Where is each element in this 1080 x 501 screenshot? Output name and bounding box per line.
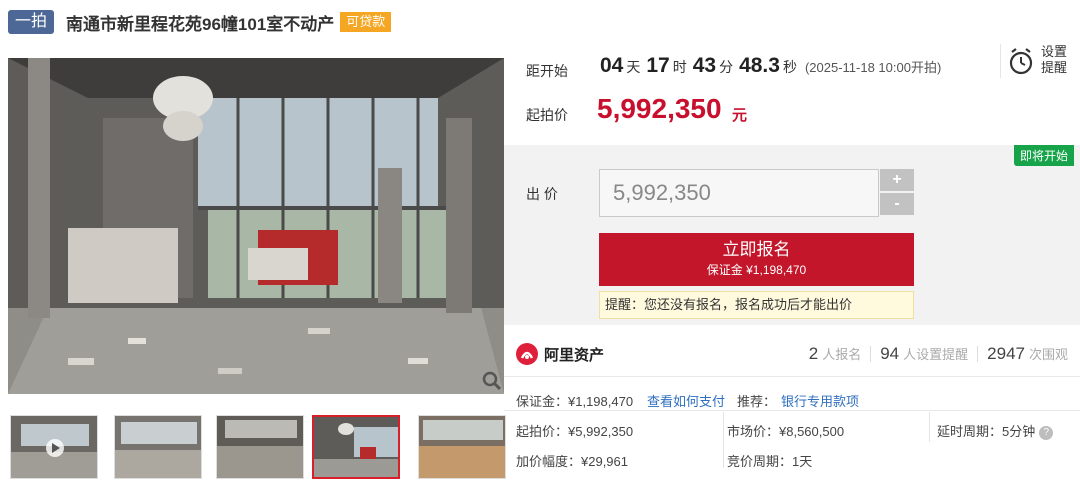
auction-stats: 2 人报名 94 人设置提醒 2947 次围观 <box>809 344 1068 364</box>
starting-price-value: 5,992,350 <box>597 93 722 124</box>
view-count-label: 次围观 <box>1028 347 1068 362</box>
register-now-button[interactable]: 立即报名 保证金 ¥1,198,470 <box>599 233 914 286</box>
bid-panel: 即将开始 出 价 + - 立即报名 保证金 ¥1,198,470 提醒：您还没有… <box>504 145 1080 325</box>
countdown-days-unit: 天 <box>626 59 641 75</box>
stat-divider <box>977 346 979 362</box>
starting-price-label: 起拍价 <box>526 107 568 123</box>
auction-header: 一拍 南通市新里程花苑96幢101室不动产 可贷款 <box>8 9 392 35</box>
reminder-count: 94 <box>880 344 900 363</box>
registration-warning: 提醒：您还没有报名，报名成功后才能出价 <box>599 291 914 319</box>
view-count: 2947 <box>987 344 1025 363</box>
countdown-timer: 04 天 17 时 43 分 48.3 秒 (2025-11-18 10:00开… <box>600 54 941 78</box>
price-unit: 元 <box>732 107 748 124</box>
increase-bid-button[interactable]: + <box>880 169 914 191</box>
thumbnail-2[interactable] <box>114 415 202 479</box>
page-title: 南通市新里程花苑96幢101室不动产 <box>66 14 335 34</box>
divider <box>504 410 1080 411</box>
column-divider <box>929 412 930 442</box>
column-divider <box>723 412 724 468</box>
deposit-info: 保证金：¥1,198,470 <box>516 394 634 409</box>
bid-label: 出 价 <box>526 186 558 202</box>
bid-period-info: 竞价周期：1天 <box>727 454 813 469</box>
thumbnail-1[interactable] <box>10 415 98 479</box>
start-time: (2025-11-18 10:00开拍) <box>804 60 942 75</box>
countdown-minutes: 43 <box>692 54 717 77</box>
reminder-label: 设置提醒 <box>1041 44 1068 75</box>
ali-logo-icon <box>516 343 538 365</box>
reminder-count-label: 人设置提醒 <box>903 347 969 362</box>
how-to-pay-link[interactable]: 查看如何支付 <box>647 391 725 410</box>
zoom-icon[interactable] <box>481 370 503 392</box>
bid-amount-input[interactable] <box>599 169 879 217</box>
decrease-bid-button[interactable]: - <box>880 193 914 215</box>
countdown-seconds-unit: 秒 <box>782 59 797 75</box>
start-price-info: 起拍价：¥5,992,350 <box>516 424 634 439</box>
auction-round-tag: 一拍 <box>8 10 55 34</box>
thumbnail-5[interactable] <box>418 415 506 479</box>
stat-divider <box>870 346 872 362</box>
lobby-interior-photo <box>8 58 504 394</box>
loan-badge[interactable]: 可贷款 <box>340 12 392 32</box>
bank-payment-link[interactable]: 银行专用款项 <box>781 391 859 410</box>
thumbnail-4-selected[interactable] <box>312 415 400 479</box>
help-icon[interactable]: ? <box>1039 425 1054 440</box>
thumbnail-strip <box>8 415 506 481</box>
countdown-label: 距开始 <box>526 63 568 79</box>
set-reminder-button[interactable]: 设置提醒 <box>1000 44 1080 78</box>
signup-count: 2 <box>808 344 819 363</box>
register-deposit-line: 保证金 ¥1,198,470 <box>706 263 807 277</box>
countdown-minutes-unit: 分 <box>719 59 734 75</box>
market-price-info: 市场价：¥8,560,500 <box>727 424 845 439</box>
delay-period-info: 延时周期：5分钟? <box>937 421 1054 440</box>
increment-info: 加价幅度：¥29,961 <box>516 454 628 469</box>
countdown-seconds: 48.3 <box>739 54 780 77</box>
recommend-label: 推荐： <box>737 394 777 409</box>
platform-name: 阿里资产 <box>544 346 605 364</box>
countdown-hours-unit: 时 <box>672 59 687 75</box>
ali-assets-logo[interactable]: 阿里资产 <box>516 343 604 365</box>
alarm-clock-icon <box>1007 46 1035 81</box>
signup-label: 人报名 <box>822 347 862 362</box>
delay-period-text: 延时周期：5分钟 <box>937 424 1036 439</box>
thumbnail-3[interactable] <box>216 415 304 479</box>
countdown-days: 04 <box>600 54 624 77</box>
main-photo[interactable] <box>8 58 504 394</box>
countdown-hours: 17 <box>646 54 670 77</box>
divider <box>504 376 1080 377</box>
status-badge: 即将开始 <box>1013 145 1074 166</box>
register-button-label: 立即报名 <box>722 240 791 259</box>
